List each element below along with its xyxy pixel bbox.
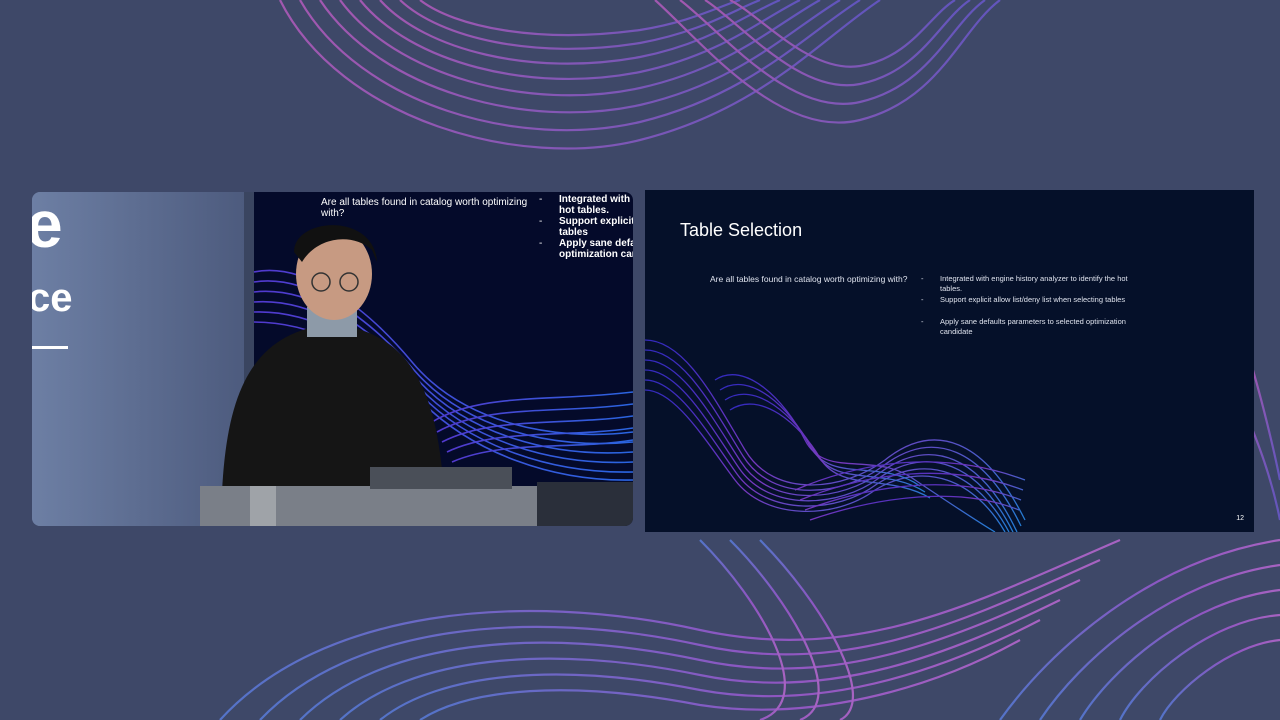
slide-question: Are all tables found in catalog worth op… (710, 274, 908, 284)
projected-bullet-text: Integrated with engi (559, 194, 633, 205)
projected-question-text: Are all tables found in catalog worth op… (321, 197, 528, 219)
bullet-dash: - (921, 317, 924, 326)
projected-bullet-text: tables (559, 227, 588, 238)
slide-wave-art (645, 339, 1026, 532)
slide-title: Table Selection (680, 220, 803, 240)
projected-bullet-text: Support explicit allo (559, 216, 633, 227)
bullet-dash: - (921, 274, 924, 283)
event-logo-fragment-middle: ce (32, 276, 73, 320)
projected-bullet-text: hot tables. (559, 205, 610, 216)
projected-bullet-dash: - (539, 238, 543, 249)
event-logo-underline (32, 346, 68, 349)
bullet-text: Integrated with engine history analyzer … (940, 274, 1128, 293)
bullet-text: Apply sane defaults parameters to select… (940, 317, 1126, 336)
projected-bullet-dash: - (539, 194, 543, 205)
projected-bullet-text: Apply sane defaults (559, 238, 633, 249)
presentation-slide: Table Selection Are all tables found in … (645, 190, 1254, 532)
speaker-video-scene (32, 192, 633, 526)
slide-page-number: 12 (1236, 515, 1244, 522)
speaker-video-panel: e ce Are all tables found in catalog wor… (32, 192, 633, 526)
projected-bullet-text: optimization candid (559, 249, 633, 260)
bullet-text: Support explicit allow list/deny list wh… (940, 295, 1126, 304)
projected-bullet-dash: - (539, 216, 543, 227)
event-logo-fragment-top: e (32, 192, 63, 261)
bullet-dash: - (921, 295, 924, 304)
